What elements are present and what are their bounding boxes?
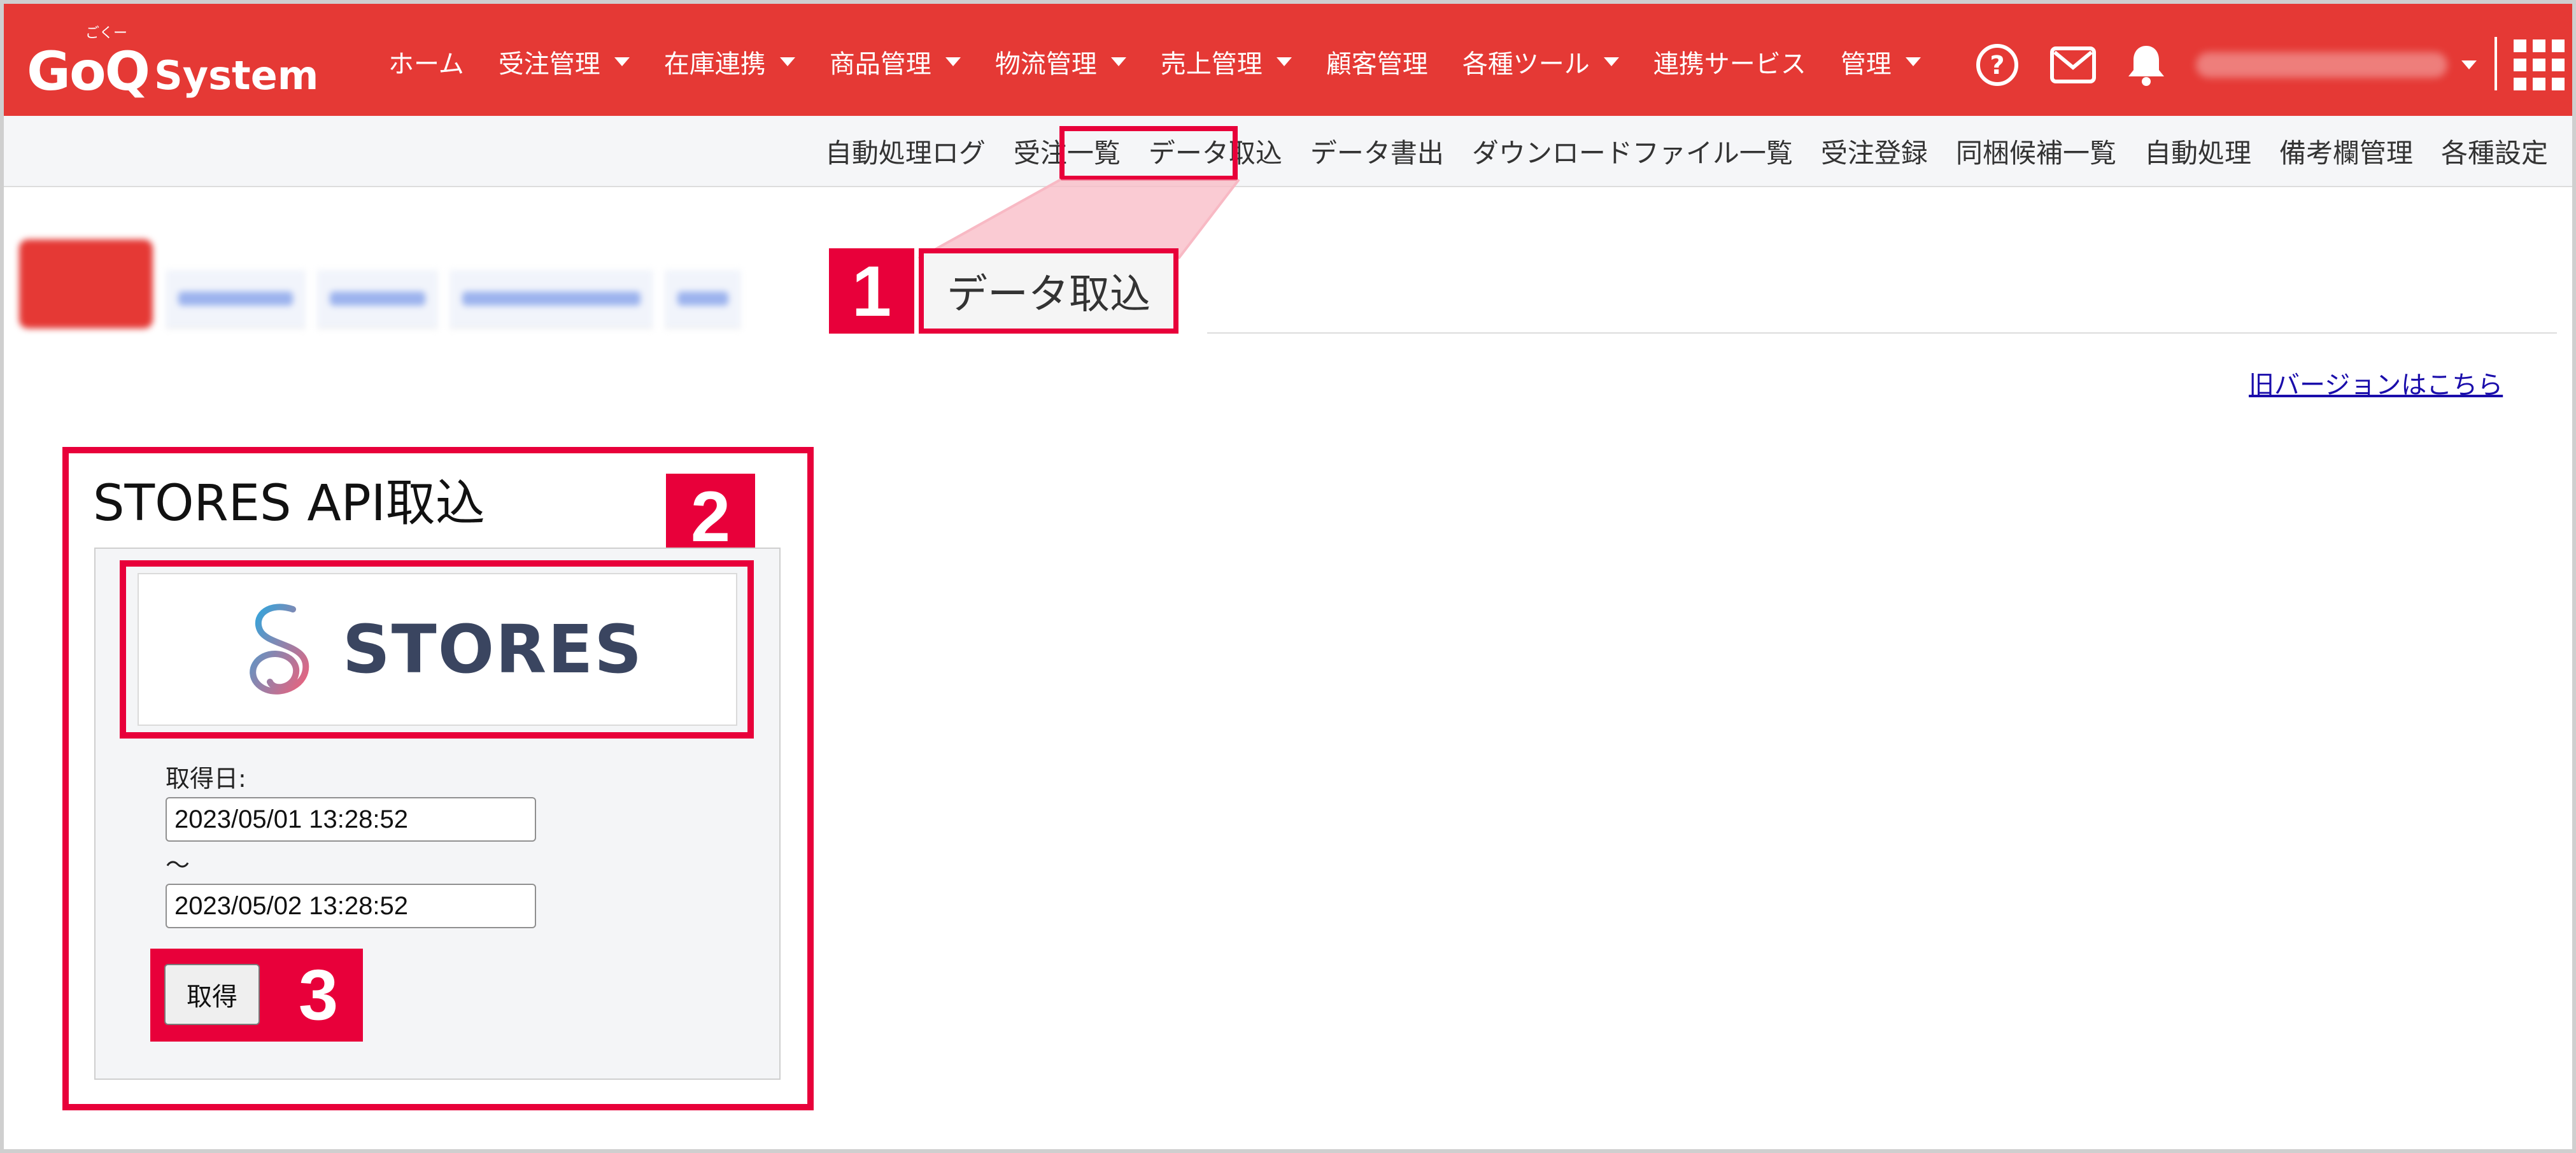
goq-logo[interactable]: ごくー GoQ System: [27, 25, 319, 103]
top-navbar: ごくー GoQ System ホーム 受注管理 在庫連携 商品管理 物流管理 売…: [4, 4, 2572, 116]
step-2-badge: 2: [666, 474, 755, 559]
tab-redacted[interactable]: [665, 270, 741, 329]
tab-data-import-zoomed[interactable]: データ取込: [919, 248, 1178, 334]
nav-label: 物流管理: [994, 50, 1097, 79]
get-button[interactable]: 取得: [164, 964, 260, 1025]
tab-redacted[interactable]: [449, 270, 653, 329]
subnav-auto-log[interactable]: 自動処理ログ: [825, 132, 986, 171]
caret-down-icon: [1276, 57, 1292, 66]
nav-item-admin[interactable]: 管理: [1841, 43, 1921, 80]
nav-icon-group: ?: [1974, 34, 2506, 95]
user-menu[interactable]: [2196, 52, 2477, 78]
stores-logo-button[interactable]: STORES: [138, 573, 737, 726]
mail-icon[interactable]: [2049, 46, 2097, 84]
caret-down-icon: [945, 57, 961, 66]
caret-down-icon: [779, 57, 795, 66]
nav-label: ホーム: [388, 50, 464, 79]
svg-text:?: ?: [1990, 51, 2004, 80]
caret-down-icon: [1110, 57, 1126, 66]
tab-underline: [1207, 332, 2557, 334]
date-from-input[interactable]: [166, 797, 536, 842]
bell-icon[interactable]: [2126, 42, 2167, 88]
nav-item-orders[interactable]: 受注管理: [499, 43, 630, 80]
caret-down-icon: [2461, 60, 2477, 69]
nav-label: 顧客管理: [1326, 50, 1428, 79]
logo-text: GoQ: [27, 40, 150, 103]
nav-item-customers[interactable]: 顧客管理: [1326, 43, 1428, 80]
nav-item-integrations[interactable]: 連携サービス: [1653, 43, 1806, 80]
date-label: 取得日:: [166, 765, 246, 793]
nav-label: 在庫連携: [663, 50, 766, 79]
help-icon[interactable]: ?: [1974, 42, 2020, 88]
subnav-order-register[interactable]: 受注登録: [1821, 132, 1928, 171]
page-title: STORES API取込: [93, 475, 485, 532]
nav-divider: [2495, 37, 2497, 90]
step-1-badge: 1: [829, 248, 914, 334]
nav-label: 商品管理: [829, 50, 931, 79]
caret-down-icon: [1905, 57, 1921, 66]
apps-grid-icon[interactable]: [2514, 39, 2565, 90]
nav-item-logistics[interactable]: 物流管理: [995, 43, 1126, 80]
caret-down-icon: [1603, 57, 1619, 66]
range-separator: ～: [166, 851, 190, 879]
nav-label: 連携サービス: [1653, 50, 1806, 79]
step-3-badge: 3: [298, 954, 339, 1035]
subnav-settings[interactable]: 各種設定: [2441, 132, 2548, 171]
nav-label: 受注管理: [498, 50, 600, 79]
nav-label: 管理: [1840, 50, 1892, 79]
stores-swirl-icon: [250, 604, 309, 695]
nav-item-sales[interactable]: 売上管理: [1161, 43, 1292, 80]
old-version-link[interactable]: 旧バージョンはこちら: [2249, 364, 2503, 401]
nav-label: 各種ツール: [1462, 50, 1590, 79]
date-to-input[interactable]: [166, 884, 536, 928]
order-status-tabs-blurred: [19, 239, 753, 329]
tab-active-redacted[interactable]: [19, 239, 153, 329]
nav-item-inventory[interactable]: 在庫連携: [664, 43, 795, 80]
subnav-bundle-candidates[interactable]: 同梱候補一覧: [1956, 132, 2116, 171]
nav-label: 売上管理: [1160, 50, 1263, 79]
main-menu: ホーム 受注管理 在庫連携 商品管理 物流管理 売上管理 顧客管理 各種ツール …: [388, 39, 1955, 84]
tab-redacted[interactable]: [166, 270, 306, 329]
nav-item-products[interactable]: 商品管理: [830, 43, 961, 80]
highlight-data-import: [1059, 126, 1238, 181]
screenshot-frame: ごくー GoQ System ホーム 受注管理 在庫連携 商品管理 物流管理 売…: [0, 0, 2576, 1153]
nav-item-tools[interactable]: 各種ツール: [1462, 43, 1619, 80]
subnav-download-files[interactable]: ダウンロードファイル一覧: [1472, 132, 1793, 171]
tab-redacted[interactable]: [317, 270, 438, 329]
user-name-redacted: [2196, 52, 2447, 78]
logo-ruby: ごくー: [85, 25, 128, 41]
caret-down-icon: [614, 57, 630, 66]
nav-item-home[interactable]: ホーム: [388, 43, 464, 80]
logo-subtext: System: [154, 52, 319, 99]
subnav-data-export[interactable]: データ書出: [1310, 132, 1444, 171]
sub-navbar: 自動処理ログ 受注一覧 データ取込 データ書出 ダウンロードファイル一覧 受注登…: [4, 116, 2572, 187]
subnav-auto-process[interactable]: 自動処理: [2144, 132, 2251, 171]
stores-brand-text: STORES: [342, 611, 644, 688]
subnav-remarks[interactable]: 備考欄管理: [2279, 132, 2413, 171]
